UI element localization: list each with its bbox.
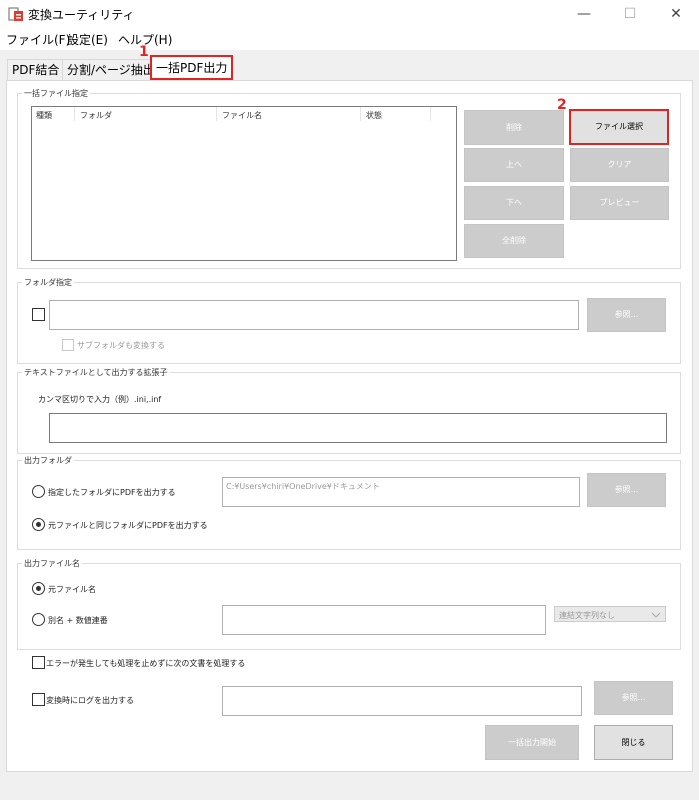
folder-browse-button[interactable]: 参照... [587, 298, 666, 332]
file-spec-label: 一括ファイル指定 [22, 88, 90, 99]
app-icon [8, 7, 23, 21]
column-header-filename[interactable]: ファイル名 [222, 110, 262, 121]
extension-hint: カンマ区切りで入力（例）.ini,.inf [38, 395, 162, 404]
radio-same-folder[interactable] [32, 518, 45, 531]
delete-button[interactable]: 削除 [464, 110, 564, 145]
folder-spec-label: フォルダ指定 [22, 277, 74, 288]
file-list[interactable]: 種類 フォルダ ファイル名 状態 [31, 106, 457, 261]
output-path-input[interactable]: C:¥Users¥chiri¥OneDrive¥ドキュメント [222, 477, 580, 507]
output-folder-label: 出力フォルダ [22, 455, 74, 466]
alias-number-label: 別名 + 数値連番 [48, 616, 108, 625]
extension-label: テキストファイルとして出力する拡張子 [22, 367, 170, 378]
tab-pdf-merge[interactable]: PDF結合 [7, 59, 65, 80]
move-up-button[interactable]: 上へ [464, 148, 564, 182]
column-separator [74, 107, 75, 121]
maximize-button[interactable]: ☐ [607, 0, 653, 28]
radio-selected-dot [36, 522, 41, 527]
output-browse-button[interactable]: 参照... [587, 473, 666, 507]
concat-string-select[interactable]: 連結文字列なし [554, 606, 666, 622]
log-output-label: 変換時にログを出力する [46, 696, 134, 705]
output-path-value: C:¥Users¥chiri¥OneDrive¥ドキュメント [226, 482, 380, 491]
subfolder-label: サブフォルダも変換する [77, 341, 165, 350]
menu-settings[interactable]: 設定(E) [67, 31, 108, 48]
preview-button[interactable]: プレビュー [570, 186, 669, 220]
column-header-folder[interactable]: フォルダ [80, 110, 112, 121]
move-down-button[interactable]: 下へ [464, 186, 564, 220]
file-select-button[interactable]: ファイル選択 [569, 109, 669, 145]
radio-specified-folder[interactable] [32, 485, 45, 498]
subfolder-checkbox[interactable] [62, 339, 74, 351]
tab-batch-pdf-output[interactable]: 一括PDF出力 [150, 55, 234, 80]
extension-input[interactable] [49, 413, 667, 443]
window-title: 変換ユーティリティ [28, 8, 135, 22]
callout-1: 1 [139, 44, 149, 60]
batch-output-start-button[interactable]: 一括出力開始 [485, 725, 579, 760]
tab-split-extract[interactable]: 分割/ページ抽出 [62, 59, 160, 80]
output-name-label: 出力ファイル名 [22, 558, 82, 569]
radio-original-name[interactable] [32, 582, 45, 595]
concat-select-value: 連結文字列なし [559, 611, 615, 620]
column-header-type[interactable]: 種類 [36, 110, 52, 121]
callout-2: 2 [557, 97, 567, 113]
radio-selected-dot [36, 586, 41, 591]
chevron-down-icon [651, 612, 661, 618]
alias-name-input[interactable] [222, 605, 546, 635]
log-output-checkbox[interactable] [32, 693, 45, 706]
folder-path-input[interactable] [49, 300, 579, 330]
column-separator [360, 107, 361, 121]
continue-on-error-label: エラーが発生しても処理を止めずに次の文書を処理する [46, 659, 246, 668]
column-separator [430, 107, 431, 121]
delete-all-button[interactable]: 全削除 [464, 224, 564, 258]
log-path-input[interactable] [222, 686, 582, 716]
menu-file[interactable]: ファイル(F) [6, 31, 70, 48]
column-header-status[interactable]: 状態 [366, 110, 382, 121]
specified-folder-label: 指定したフォルダにPDFを出力する [48, 488, 176, 497]
column-separator [216, 107, 217, 121]
continue-on-error-checkbox[interactable] [32, 656, 45, 669]
log-browse-button[interactable]: 参照... [594, 681, 673, 715]
folder-spec-checkbox[interactable] [32, 308, 45, 321]
clear-button[interactable]: クリア [570, 148, 669, 182]
same-folder-label: 元ファイルと同じフォルダにPDFを出力する [48, 521, 208, 530]
original-name-label: 元ファイル名 [48, 585, 96, 594]
minimize-button[interactable]: — [561, 0, 607, 28]
close-window-button[interactable]: ✕ [653, 0, 699, 28]
close-button[interactable]: 閉じる [594, 725, 673, 760]
radio-alias-number[interactable] [32, 613, 45, 626]
